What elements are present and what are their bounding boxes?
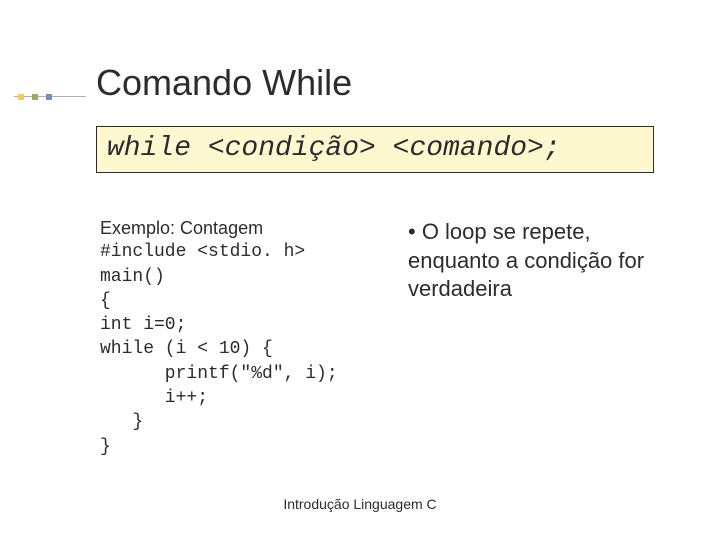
example-code-line: }: [100, 435, 400, 459]
example-code-line: printf("%d", i);: [100, 362, 400, 386]
explanation-bullet: • O loop se repete, enquanto a condição …: [408, 218, 660, 304]
example-code-line: #include <stdio. h>: [100, 240, 400, 264]
example-code-line: int i=0;: [100, 313, 400, 337]
ornament-square-yellow: [18, 94, 24, 100]
syntax-box: while <condição> <comando>;: [96, 126, 654, 173]
example-code-line: i++;: [100, 386, 400, 410]
example-code-line: while (i < 10) {: [100, 337, 400, 361]
example-code-line: {: [100, 289, 400, 313]
code-example: Exemplo: Contagem #include <stdio. h> ma…: [100, 216, 400, 459]
slide-title: Comando While: [96, 62, 352, 104]
example-code-line: }: [100, 410, 400, 434]
ornament-square-green: [32, 94, 38, 100]
example-header: Exemplo: Contagem: [100, 216, 400, 240]
slide-ornament: [14, 88, 86, 106]
ornament-square-blue: [46, 94, 52, 100]
slide-footer: Introdução Linguagem C: [0, 496, 720, 512]
example-code-line: main(): [100, 265, 400, 289]
